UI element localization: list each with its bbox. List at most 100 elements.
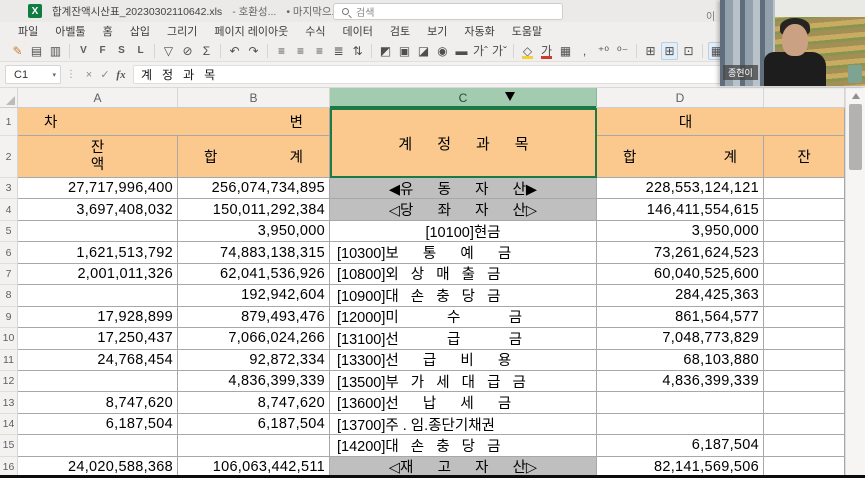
cell-B4[interactable]: 150,011,292,384 (178, 199, 330, 220)
cell-C6[interactable]: [10300]보 통 예 금 (330, 242, 597, 263)
cell-A11[interactable]: 24,768,454 (18, 350, 178, 371)
cell-D8[interactable]: 284,425,363 (597, 285, 764, 306)
filter-icon[interactable]: ▽ (160, 42, 177, 60)
menu-item-1[interactable]: 파일 (18, 23, 38, 39)
letter-l-button[interactable]: L (132, 42, 149, 60)
cell-C14[interactable]: [13700]주 . 임.종단기채권 (330, 414, 597, 435)
cancel-icon[interactable]: × (81, 69, 97, 81)
align-right-icon[interactable]: ≡ (311, 42, 328, 60)
name-box-chevron-icon[interactable]: ▾ (52, 71, 56, 79)
menu-item-5[interactable]: 그리기 (167, 23, 197, 39)
cell-C8[interactable]: [10900]대 손 충 당 금 (330, 285, 597, 306)
cell-E3[interactable] (764, 178, 845, 199)
cell-credit-balance-partial[interactable]: 잔 (764, 136, 845, 178)
cell-C7[interactable]: [10800]외 상 매 출 금 (330, 264, 597, 285)
row-header-13[interactable]: 13 (0, 392, 18, 413)
sort-icon[interactable]: ⇅ (349, 42, 366, 60)
format-painter-icon[interactable]: ✎ (9, 42, 26, 60)
cell-C10[interactable]: [13100]선 급 금 (330, 328, 597, 349)
select-all-corner[interactable] (0, 88, 18, 107)
cell-B13[interactable]: 8,747,620 (178, 392, 330, 413)
cell-C13[interactable]: [13600]선 납 세 금 (330, 392, 597, 413)
cell-B14[interactable]: 6,187,504 (178, 414, 330, 435)
cell-C12[interactable]: [13500]부 가 세 대 급 금 (330, 371, 597, 392)
cell-D4[interactable]: 146,411,554,615 (597, 199, 764, 220)
cell-total-title[interactable]: 합 계 (178, 136, 330, 178)
cell-C15[interactable]: [14200]대 손 충 당 금 (330, 435, 597, 456)
cell-D7[interactable]: 60,040,525,600 (597, 264, 764, 285)
decrease-decimal-icon[interactable]: ⁰⁻ (614, 42, 631, 60)
cell-A6[interactable]: 1,621,513,792 (18, 242, 178, 263)
cell-A13[interactable]: 8,747,620 (18, 392, 178, 413)
menu-item-12[interactable]: 도움말 (512, 23, 542, 39)
menu-item-9[interactable]: 검토 (390, 23, 410, 39)
circle-8-icon[interactable]: ◉ (434, 42, 451, 60)
brackets-icon[interactable]: ▣ (396, 42, 413, 60)
name-box[interactable]: C1 ▾ (5, 65, 61, 84)
cell-E13[interactable] (764, 392, 845, 413)
row-header-12[interactable]: 12 (0, 371, 18, 392)
insert-function-icon[interactable]: fx (113, 69, 129, 81)
row-header-9[interactable]: 9 (0, 307, 18, 328)
cell-debit-title[interactable]: 차 변 (18, 108, 330, 136)
cell-B12[interactable]: 4,836,399,339 (178, 371, 330, 392)
row-header-5[interactable]: 5 (0, 221, 18, 242)
redo-icon[interactable]: ↷ (245, 42, 262, 60)
black-rect-icon[interactable]: ▬ (453, 42, 470, 60)
cell-D14[interactable] (597, 414, 764, 435)
cell-D11[interactable]: 68,103,880 (597, 350, 764, 371)
cell-D3[interactable]: 228,553,124,121 (597, 178, 764, 199)
cell-D15[interactable]: 6,187,504 (597, 435, 764, 456)
cell-B5[interactable]: 3,950,000 (178, 221, 330, 242)
cell-A15[interactable] (18, 435, 178, 456)
shade-half-icon[interactable]: ◩ (377, 42, 394, 60)
row-header-8[interactable]: 8 (0, 285, 18, 306)
column-header-partial[interactable] (764, 88, 845, 107)
cell-D9[interactable]: 861,564,577 (597, 307, 764, 328)
cell-A14[interactable]: 6,187,504 (18, 414, 178, 435)
menu-item-4[interactable]: 삽입 (130, 23, 150, 39)
row-header-6[interactable]: 6 (0, 242, 18, 263)
scrollbar-thumb[interactable] (849, 104, 862, 170)
cell-E8[interactable] (764, 285, 845, 306)
justify-icon[interactable]: ≣ (330, 42, 347, 60)
menu-item-7[interactable]: 수식 (305, 23, 325, 39)
column-header-D[interactable]: D (597, 88, 764, 107)
cell-A5[interactable] (18, 221, 178, 242)
cell-E9[interactable] (764, 307, 845, 328)
cell-D6[interactable]: 73,261,624,523 (597, 242, 764, 263)
font-increase-icon[interactable]: 가ˆ (472, 42, 489, 60)
menu-item-11[interactable]: 자동화 (464, 23, 494, 39)
cell-A8[interactable] (18, 285, 178, 306)
vertical-scrollbar[interactable] (845, 88, 865, 478)
fill-color-icon[interactable]: ◇ (519, 42, 536, 60)
cell-A9[interactable]: 17,928,899 (18, 307, 178, 328)
font-decrease-icon[interactable]: 가ˇ (491, 42, 508, 60)
cell-B11[interactable]: 92,872,334 (178, 350, 330, 371)
column-header-B[interactable]: B (178, 88, 330, 107)
cell-A3[interactable]: 27,717,996,400 (18, 178, 178, 199)
row-header-1[interactable]: 1 (0, 108, 18, 136)
cell-C9[interactable]: [12000]미 수 금 (330, 307, 597, 328)
autosum-icon[interactable]: Σ (198, 42, 215, 60)
cell-A12[interactable] (18, 371, 178, 392)
menu-item-8[interactable]: 데이터 (343, 23, 373, 39)
cell-E4[interactable] (764, 199, 845, 220)
cell-C3[interactable]: ◀유 동 자 산▶ (330, 178, 597, 199)
selected-cell-account-title[interactable]: 계 정 과 목 (330, 108, 597, 178)
row-header-4[interactable]: 4 (0, 199, 18, 220)
enter-icon[interactable]: ✓ (97, 68, 113, 81)
cell-A7[interactable]: 2,001,011,326 (18, 264, 178, 285)
cell-D13[interactable] (597, 392, 764, 413)
cell-B7[interactable]: 62,041,536,926 (178, 264, 330, 285)
conditional-format-icon[interactable]: ▦ (557, 42, 574, 60)
cell-B15[interactable] (178, 435, 330, 456)
comma-style-icon[interactable]: , (576, 42, 593, 60)
cell-credit-title[interactable]: 대 (597, 108, 845, 136)
menu-item-3[interactable]: 홈 (103, 23, 113, 39)
column-header-C[interactable]: C (330, 88, 597, 107)
paste-special-icon[interactable]: ▥ (47, 42, 64, 60)
menu-item-2[interactable]: 아벨툴 (55, 23, 85, 39)
cell-B3[interactable]: 256,074,734,895 (178, 178, 330, 199)
letter-s-button[interactable]: S (113, 42, 130, 60)
